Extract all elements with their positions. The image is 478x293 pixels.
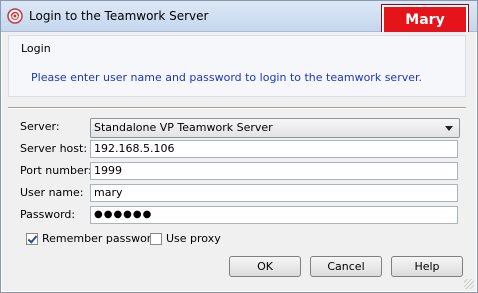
server-select[interactable]: Standalone VP Teamwork Server <box>90 118 460 138</box>
help-button[interactable]: Help <box>391 256 463 277</box>
separator <box>8 107 466 109</box>
chevron-down-icon[interactable] <box>445 126 453 131</box>
remember-password-option[interactable]: Remember password <box>26 232 158 245</box>
remember-password-label[interactable]: Remember password <box>42 232 158 245</box>
ok-button[interactable]: OK <box>229 256 301 277</box>
instruction-message: Please enter user name and password to l… <box>31 71 423 84</box>
remember-password-checkbox[interactable] <box>26 232 38 245</box>
login-header-panel: Login Please enter user name and passwor… <box>8 35 466 97</box>
dialog-content: Login Please enter user name and passwor… <box>2 32 476 291</box>
server-label: Server: <box>20 120 60 133</box>
window-title: Login to the Teamwork Server <box>29 9 209 23</box>
cancel-button[interactable]: Cancel <box>310 256 382 277</box>
port-field[interactable]: 1999 <box>90 162 458 180</box>
resize-grip[interactable] <box>464 279 474 289</box>
port-label: Port number: <box>20 164 92 177</box>
user-badge: Mary <box>382 5 468 35</box>
use-proxy-label[interactable]: Use proxy <box>166 232 221 245</box>
teamwork-app-icon <box>7 8 23 24</box>
login-dialog: Login to the Teamwork Server Mary Login … <box>0 0 478 293</box>
server-host-label: Server host: <box>20 142 88 155</box>
use-proxy-checkbox[interactable] <box>150 232 162 245</box>
group-title: Login <box>21 42 51 55</box>
server-host-field[interactable]: 192.168.5.106 <box>90 140 458 158</box>
user-name-label: User name: <box>20 186 84 199</box>
user-name-field[interactable]: mary <box>90 184 458 202</box>
password-field[interactable]: ●●●●●● <box>90 206 458 224</box>
password-label: Password: <box>20 208 76 221</box>
use-proxy-option[interactable]: Use proxy <box>150 232 221 245</box>
server-select-value: Standalone VP Teamwork Server <box>94 121 273 134</box>
